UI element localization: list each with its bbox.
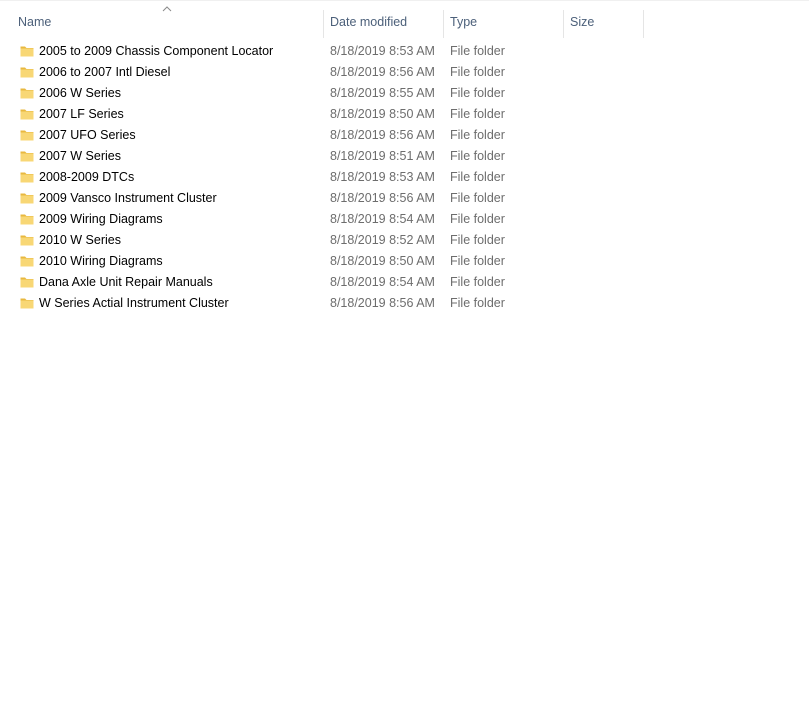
file-name: 2005 to 2009 Chassis Component Locator	[39, 44, 274, 58]
file-row[interactable]: 2010 W Series 8/18/2019 8:52 AM File folde…	[0, 230, 650, 251]
file-type: File folder	[450, 128, 505, 142]
column-header-bar: Name Date modified Type Size	[0, 2, 809, 38]
file-row[interactable]: 2006 to 2007 Intl Diesel 8/18/2019 8:56 A…	[0, 62, 650, 83]
file-date-modified: 8/18/2019 8:56 AM	[330, 128, 435, 142]
file-name: 2006 W Series	[39, 86, 121, 100]
file-row[interactable]: 2007 W Series 8/18/2019 8:51 AM File folde…	[0, 146, 650, 167]
file-name: 2010 W Series	[39, 233, 121, 247]
file-type: File folder	[450, 86, 505, 100]
file-row[interactable]: 2007 UFO Series 8/18/2019 8:56 AM File fol…	[0, 125, 650, 146]
file-row[interactable]: 2007 LF Series 8/18/2019 8:50 AM File fold…	[0, 104, 650, 125]
file-name: 2007 UFO Series	[39, 128, 136, 142]
file-row[interactable]: Dana Axle Unit Repair Manuals 8/18/2019 8…	[0, 272, 650, 293]
folder-icon	[20, 235, 34, 246]
folder-icon	[20, 298, 34, 309]
file-name: W Series Actial Instrument Cluster	[39, 296, 229, 310]
file-row[interactable]: 2006 W Series 8/18/2019 8:55 AM File folde…	[0, 83, 650, 104]
folder-icon	[20, 172, 34, 183]
file-row[interactable]: 2008-2009 DTCs 8/18/2019 8:53 AM File fold…	[0, 167, 650, 188]
file-name: 2009 Vansco Instrument Cluster	[39, 191, 217, 205]
folder-icon	[20, 88, 34, 99]
file-date-modified: 8/18/2019 8:56 AM	[330, 296, 435, 310]
file-type: File folder	[450, 149, 505, 163]
folder-icon	[20, 67, 34, 78]
folder-icon	[20, 46, 34, 57]
file-type: File folder	[450, 65, 505, 79]
file-row[interactable]: 2010 Wiring Diagrams 8/18/2019 8:50 AM Fil…	[0, 251, 650, 272]
folder-icon	[20, 151, 34, 162]
file-name: Dana Axle Unit Repair Manuals	[39, 275, 213, 289]
folder-icon	[20, 256, 34, 267]
folder-icon	[20, 109, 34, 120]
file-type: File folder	[450, 44, 505, 58]
column-header-date-modified[interactable]: Date modified	[324, 2, 444, 38]
file-date-modified: 8/18/2019 8:53 AM	[330, 170, 435, 184]
file-date-modified: 8/18/2019 8:50 AM	[330, 254, 435, 268]
file-name: 2006 to 2007 Intl Diesel	[39, 65, 171, 79]
file-type: File folder	[450, 275, 505, 289]
file-row[interactable]: W Series Actial Instrument Cluster 8/18/2…	[0, 293, 650, 314]
file-date-modified: 8/18/2019 8:51 AM	[330, 149, 435, 163]
window-top-border	[0, 0, 809, 1]
file-name: 2008-2009 DTCs	[39, 170, 135, 184]
file-date-modified: 8/18/2019 8:54 AM	[330, 212, 435, 226]
file-name: 2007 LF Series	[39, 107, 124, 121]
folder-icon	[20, 130, 34, 141]
column-header-name[interactable]: Name	[12, 2, 324, 38]
file-date-modified: 8/18/2019 8:54 AM	[330, 275, 435, 289]
file-name: 2010 Wiring Diagrams	[39, 254, 163, 268]
file-type: File folder	[450, 296, 505, 310]
column-header-type[interactable]: Type	[444, 2, 564, 38]
file-list: 2005 to 2009 Chassis Component Locator 8/…	[0, 41, 809, 314]
file-date-modified: 8/18/2019 8:56 AM	[330, 65, 435, 79]
file-date-modified: 8/18/2019 8:50 AM	[330, 107, 435, 121]
file-type: File folder	[450, 233, 505, 247]
file-type: File folder	[450, 191, 505, 205]
file-date-modified: 8/18/2019 8:56 AM	[330, 191, 435, 205]
file-row[interactable]: 2005 to 2009 Chassis Component Locator 8/…	[0, 41, 650, 62]
file-date-modified: 8/18/2019 8:53 AM	[330, 44, 435, 58]
file-type: File folder	[450, 107, 505, 121]
file-type: File folder	[450, 254, 505, 268]
file-row[interactable]: 2009 Wiring Diagrams 8/18/2019 8:54 AM Fil…	[0, 209, 650, 230]
column-header-size[interactable]: Size	[564, 2, 644, 38]
file-type: File folder	[450, 212, 505, 226]
folder-icon	[20, 193, 34, 204]
file-date-modified: 8/18/2019 8:52 AM	[330, 233, 435, 247]
folder-icon	[20, 277, 34, 288]
file-date-modified: 8/18/2019 8:55 AM	[330, 86, 435, 100]
file-name: 2009 Wiring Diagrams	[39, 212, 163, 226]
file-name: 2007 W Series	[39, 149, 121, 163]
file-type: File folder	[450, 170, 505, 184]
file-row[interactable]: 2009 Vansco Instrument Cluster 8/18/2019 …	[0, 188, 650, 209]
column-divider[interactable]	[643, 10, 644, 38]
folder-icon	[20, 214, 34, 225]
